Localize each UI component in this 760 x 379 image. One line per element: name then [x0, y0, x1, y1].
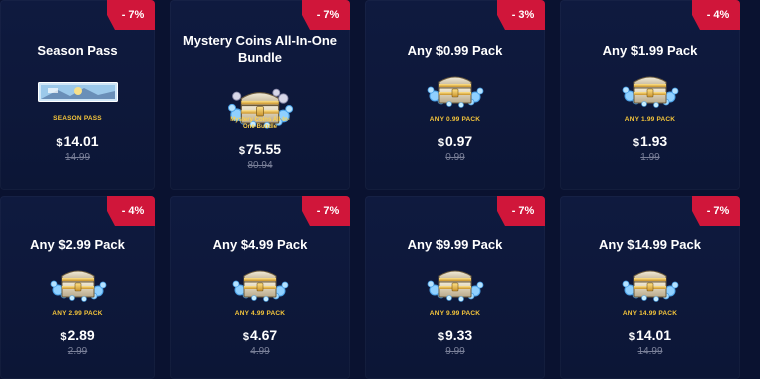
- product-title: Any $9.99 Pack: [407, 237, 503, 252]
- product-card-pack-14-99[interactable]: - 7% Any $14.99 Pack ANY 14.99 PACK $14.…: [560, 196, 740, 379]
- product-card-mystery-coins-bundle[interactable]: - 7% Mystery Coins All-In-One Bundle Mys…: [170, 0, 350, 190]
- product-card-pack-4-99[interactable]: - 7% Any $4.99 Pack ANY 4.99 PACK $4.67 …: [170, 196, 350, 379]
- art-label: Mystery Coins All-In-One-Bundle: [230, 117, 290, 130]
- price: $14.01: [56, 133, 99, 149]
- price: $0.97: [437, 133, 473, 149]
- treasure-chest-icon: [230, 264, 290, 306]
- discount-badge: - 7%: [302, 196, 350, 226]
- discount-badge: - 4%: [692, 0, 740, 30]
- product-title: Season Pass: [37, 43, 118, 58]
- discount-badge: - 7%: [107, 0, 155, 30]
- price: $4.67: [242, 327, 278, 343]
- product-card-pack-1-99[interactable]: - 4% Any $1.99 Pack ANY 1.99 PACK $1.93 …: [560, 0, 740, 190]
- discount-badge: - 3%: [497, 0, 545, 30]
- treasure-chest-icon: [48, 264, 108, 306]
- product-title: Any $2.99 Pack: [30, 237, 125, 252]
- treasure-chest-icon: [425, 264, 485, 306]
- product-grid: - 7% Season Pass SEASON PASS $14.01 14.9…: [0, 0, 760, 379]
- price: $1.93: [632, 133, 668, 149]
- product-title: Mystery Coins All-In-One Bundle: [182, 33, 338, 65]
- treasure-chest-icon: [425, 70, 485, 112]
- pack-tag: ANY 4.99 PACK: [234, 310, 286, 317]
- original-price: 2.99: [67, 346, 88, 357]
- season-pass-banner-icon: [37, 82, 118, 102]
- pack-tag: ANY 2.99 PACK: [52, 310, 103, 317]
- product-title: Any $0.99 Pack: [407, 43, 503, 58]
- discount-badge: - 4%: [107, 196, 155, 226]
- product-card-pack-9-99[interactable]: - 7% Any $9.99 Pack ANY 9.99 PACK $9.33 …: [365, 196, 545, 379]
- treasure-chest-icon: [620, 70, 680, 112]
- original-price: 1.99: [640, 152, 660, 163]
- product-card-pack-2-99[interactable]: - 4% Any $2.99 Pack ANY 2.99 PACK $2.89 …: [0, 196, 155, 379]
- original-price: 4.99: [250, 346, 270, 357]
- original-price: 14.99: [64, 152, 91, 163]
- product-title: Any $14.99 Pack: [599, 237, 701, 252]
- original-price: 14.99: [637, 346, 663, 357]
- price: $75.55: [238, 141, 282, 157]
- pack-tag: ANY 1.99 PACK: [624, 116, 676, 123]
- product-title: Any $1.99 Pack: [602, 43, 698, 58]
- product-card-pack-0-99[interactable]: - 3% Any $0.99 Pack ANY 0.99 PACK $0.97 …: [365, 0, 545, 190]
- price: $2.89: [60, 327, 95, 343]
- product-card-season-pass[interactable]: - 7% Season Pass SEASON PASS $14.01 14.9…: [0, 0, 155, 190]
- product-title: Any $4.99 Pack: [212, 237, 308, 252]
- original-price: 0.99: [445, 152, 465, 163]
- price: $9.33: [437, 327, 473, 343]
- original-price: 9.99: [445, 346, 465, 357]
- pack-tag: SEASON PASS: [53, 115, 102, 122]
- discount-badge: - 7%: [497, 196, 545, 226]
- treasure-chest-icon: [620, 264, 680, 306]
- price: $14.01: [628, 327, 672, 343]
- pack-tag: ANY 0.99 PACK: [429, 116, 481, 123]
- discount-badge: - 7%: [302, 0, 350, 30]
- original-price: 80.94: [247, 160, 273, 171]
- pack-tag: ANY 14.99 PACK: [622, 310, 678, 317]
- discount-badge: - 7%: [692, 196, 740, 226]
- pack-tag: ANY 9.99 PACK: [429, 310, 481, 317]
